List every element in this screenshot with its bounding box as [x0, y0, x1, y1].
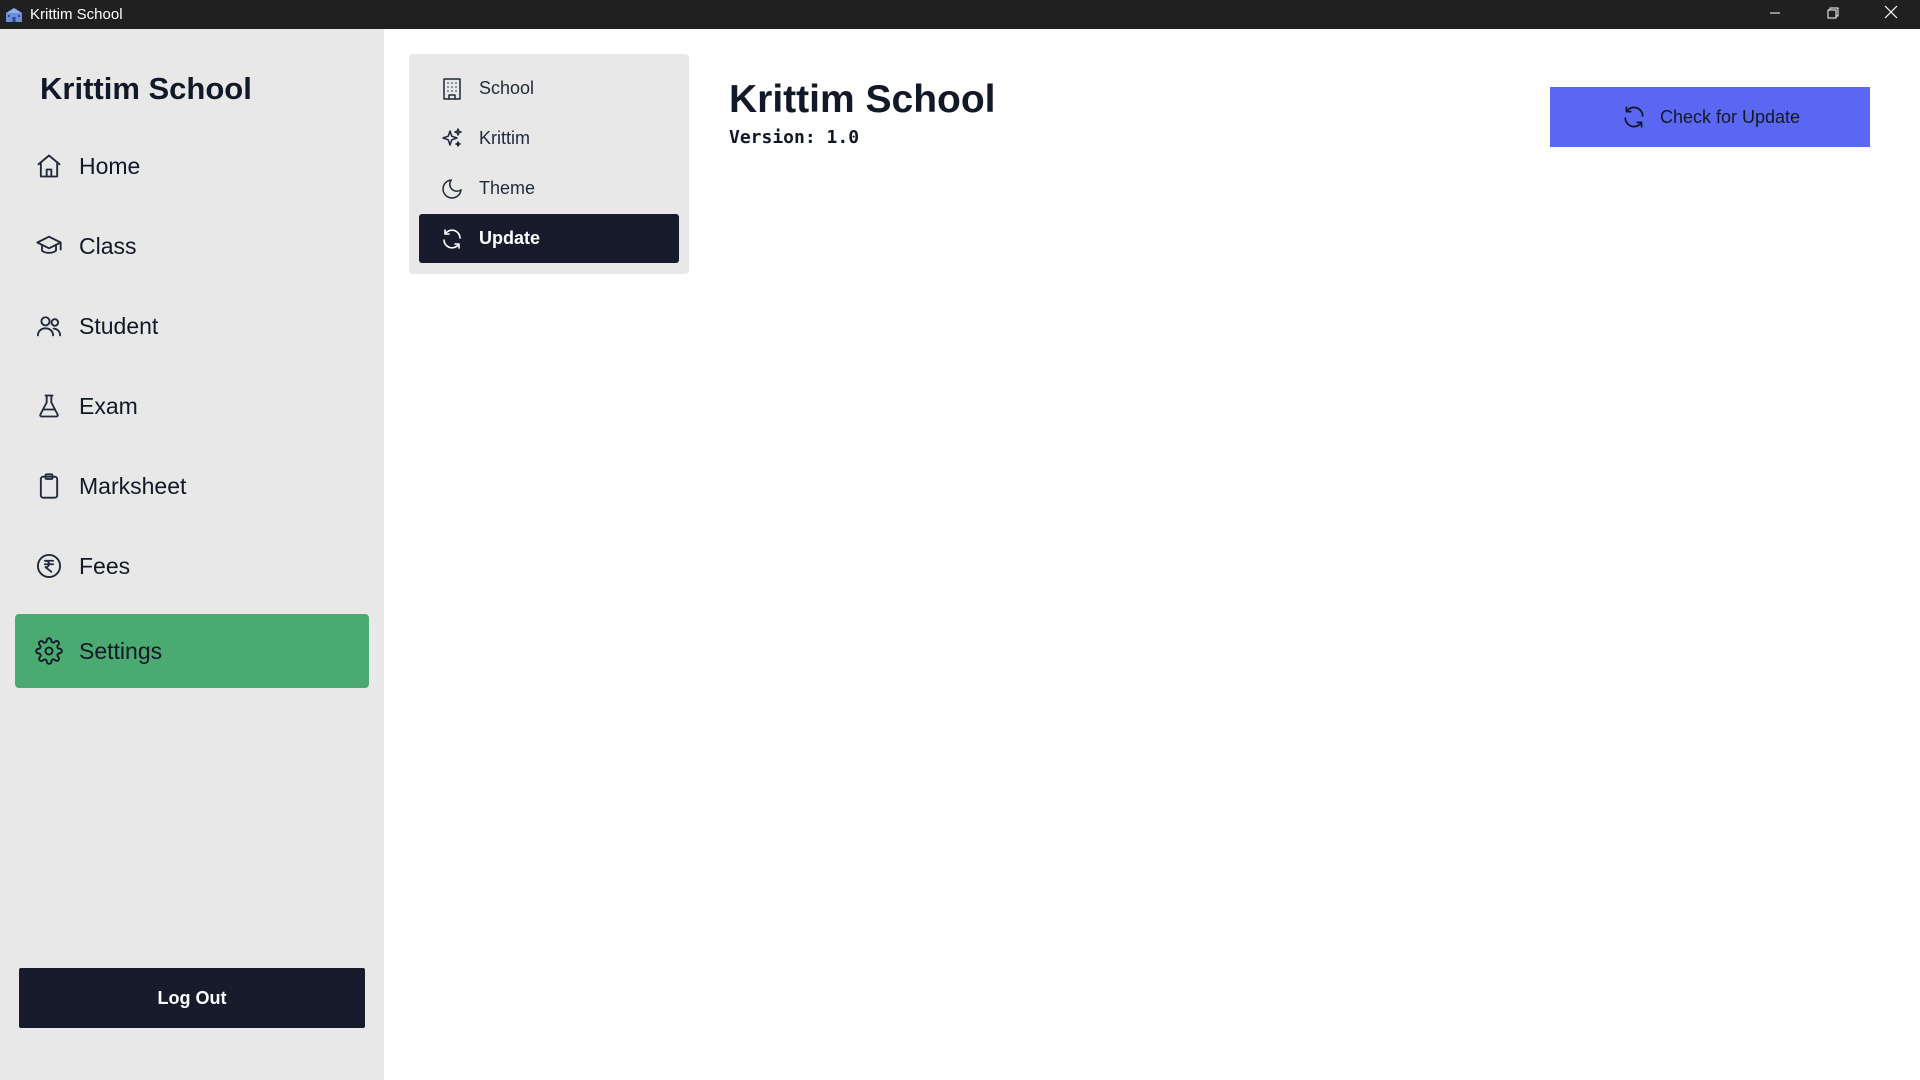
sidebar-item-class[interactable]: Class	[15, 209, 369, 283]
settings-submenu: School Krittim Theme Update	[409, 54, 689, 274]
version-text: Version: 1.0	[729, 127, 860, 148]
settings-tab-update[interactable]: Update	[419, 214, 679, 263]
settings-tab-label: School	[479, 78, 535, 98]
close-button[interactable]	[1862, 0, 1920, 29]
settings-tab-label: Update	[479, 228, 541, 248]
close-icon	[1884, 5, 1898, 24]
logout-button[interactable]: Log Out	[19, 968, 365, 1028]
sidebar-item-label: Exam	[79, 392, 138, 419]
flask-icon	[34, 391, 64, 421]
window-titlebar: Krittim School	[0, 0, 1920, 29]
sidebar: Krittim School Home Class Student Exam M…	[0, 29, 384, 1080]
check-for-update-label: Check for Update	[1659, 106, 1801, 127]
minimize-button[interactable]	[1746, 0, 1804, 29]
settings-tab-label: Theme	[479, 178, 536, 198]
sidebar-item-label: Settings	[79, 637, 163, 664]
sidebar-item-home[interactable]: Home	[15, 129, 369, 203]
home-icon	[34, 151, 64, 181]
sidebar-item-label: Home	[79, 152, 141, 179]
page-title: Krittim School	[729, 78, 996, 121]
rupee-icon	[34, 551, 64, 581]
refresh-icon	[1620, 103, 1648, 131]
moon-icon	[439, 176, 465, 202]
sidebar-brand: Krittim School	[40, 71, 252, 106]
graduation-cap-icon	[34, 231, 64, 261]
check-for-update-button[interactable]: Check for Update	[1550, 87, 1870, 147]
settings-tab-label: Krittim	[479, 128, 530, 148]
sidebar-item-label: Fees	[79, 552, 131, 579]
settings-tab-krittim[interactable]: Krittim	[419, 114, 679, 163]
sidebar-item-label: Class	[79, 232, 137, 259]
refresh-icon	[439, 226, 465, 252]
sidebar-item-fees[interactable]: Fees	[15, 529, 369, 603]
sidebar-item-settings[interactable]: Settings	[15, 614, 369, 688]
window-controls	[1746, 0, 1920, 29]
building-icon	[439, 76, 465, 102]
users-icon	[34, 311, 64, 341]
sidebar-item-marksheet[interactable]: Marksheet	[15, 449, 369, 523]
window-title: Krittim School	[30, 6, 123, 23]
restore-button[interactable]	[1804, 0, 1862, 29]
gear-icon	[34, 636, 64, 666]
sidebar-item-student[interactable]: Student	[15, 289, 369, 363]
settings-tab-theme[interactable]: Theme	[419, 164, 679, 213]
minimize-icon	[1769, 6, 1781, 24]
clipboard-icon	[34, 471, 64, 501]
school-building-icon	[4, 5, 24, 25]
restore-icon	[1827, 6, 1839, 24]
sidebar-item-exam[interactable]: Exam	[15, 369, 369, 443]
sidebar-item-label: Student	[79, 312, 159, 339]
sidebar-item-label: Marksheet	[79, 472, 187, 499]
sparkles-icon	[439, 126, 465, 152]
settings-tab-school[interactable]: School	[419, 64, 679, 113]
